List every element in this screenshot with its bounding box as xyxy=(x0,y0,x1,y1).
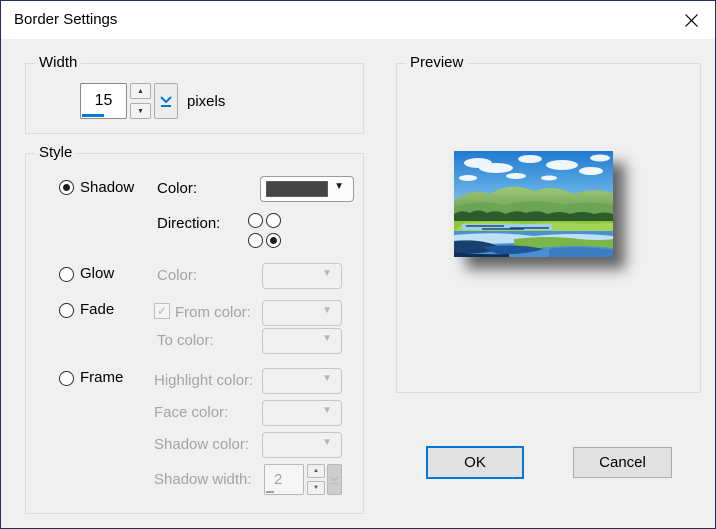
width-expand-button[interactable] xyxy=(154,83,178,119)
close-button[interactable] xyxy=(669,2,714,38)
width-spin-up-button[interactable]: ▲ xyxy=(130,83,151,99)
glow-color-dropdown[interactable]: ▼ xyxy=(262,263,342,289)
shadow-width-input[interactable]: 2 xyxy=(264,464,304,495)
down-arrow-icon: ▼ xyxy=(137,107,144,115)
shadow-color-dropdown[interactable]: ▼ xyxy=(260,176,354,202)
shadow-radio[interactable] xyxy=(59,180,74,195)
width-group-label: Width xyxy=(35,54,82,71)
border-settings-dialog: Border Settings Width 15 ▲ ▼ pixels Styl… xyxy=(0,0,716,529)
shadow-width-spin-up-button[interactable]: ▲ xyxy=(307,464,325,478)
close-icon xyxy=(685,13,698,27)
dropdown-arrow-icon: ▼ xyxy=(334,181,344,192)
frame-shadow-color-dropdown[interactable]: ▼ xyxy=(262,432,342,458)
preview-group: Preview xyxy=(396,54,701,393)
width-spin-down-button[interactable]: ▼ xyxy=(130,103,151,119)
shadow-width-value: 2 xyxy=(274,471,283,488)
frame-radio-label: Frame xyxy=(80,369,124,386)
shadow-color-label: Color: xyxy=(157,180,198,197)
landscape-photo xyxy=(454,151,613,257)
dropdown-arrow-icon: ▼ xyxy=(322,373,332,384)
shadow-width-spinner: 2 ▲ ▼ xyxy=(264,464,342,495)
shadow-color-swatch xyxy=(266,181,328,197)
style-group-label: Style xyxy=(35,144,77,161)
from-color-dropdown[interactable]: ▼ xyxy=(262,300,342,326)
pixels-label: pixels xyxy=(187,93,226,110)
window-title: Border Settings xyxy=(14,11,118,28)
down-arrow-icon: ▼ xyxy=(313,485,319,491)
width-group: Width 15 ▲ ▼ pixels xyxy=(25,54,364,134)
direction-bottom-left-radio[interactable] xyxy=(248,233,263,248)
checkmark-icon: ✓ xyxy=(156,304,168,318)
dropdown-arrow-icon: ▼ xyxy=(322,437,332,448)
direction-label: Direction: xyxy=(157,215,221,232)
width-spinner: 15 ▲ ▼ xyxy=(80,83,178,119)
to-color-label: To color: xyxy=(157,332,214,349)
accent-underline xyxy=(82,114,104,117)
glow-radio[interactable] xyxy=(59,267,74,282)
direction-bottom-right-radio[interactable] xyxy=(266,233,281,248)
dropdown-arrow-icon: ▼ xyxy=(322,305,332,316)
fade-radio-label: Fade xyxy=(80,301,115,318)
ok-button[interactable]: OK xyxy=(426,446,524,479)
shadow-width-spin-down-button[interactable]: ▼ xyxy=(307,481,325,495)
face-color-label: Face color: xyxy=(154,404,229,421)
radio-dot xyxy=(63,184,70,191)
cancel-button[interactable]: Cancel xyxy=(573,447,672,478)
width-input[interactable]: 15 xyxy=(80,83,127,119)
from-color-label: From color: xyxy=(175,304,251,321)
style-group: Style Shadow Color: ▼ Direction: Glow Co… xyxy=(25,144,364,514)
fade-radio[interactable] xyxy=(59,303,74,318)
face-color-dropdown[interactable]: ▼ xyxy=(262,400,342,426)
glow-radio-label: Glow xyxy=(80,265,115,282)
dropdown-arrow-icon: ▼ xyxy=(322,268,332,279)
up-arrow-icon: ▲ xyxy=(137,87,144,95)
dropdown-arrow-icon: ▼ xyxy=(322,333,332,344)
frame-shadow-color-label: Shadow color: xyxy=(154,436,250,453)
shadow-width-label: Shadow width: xyxy=(154,471,252,488)
direction-top-left-radio[interactable] xyxy=(248,213,263,228)
preview-image xyxy=(454,151,613,257)
to-color-dropdown[interactable]: ▼ xyxy=(262,328,342,354)
shadow-width-expand-button[interactable] xyxy=(327,464,342,495)
width-value: 15 xyxy=(94,92,113,109)
frame-radio[interactable] xyxy=(59,371,74,386)
direction-top-right-radio[interactable] xyxy=(266,213,281,228)
dropdown-arrow-icon: ▼ xyxy=(322,405,332,416)
up-arrow-icon: ▲ xyxy=(313,468,319,474)
shadow-radio-label: Shadow xyxy=(80,179,135,196)
highlight-color-dropdown[interactable]: ▼ xyxy=(262,368,342,394)
radio-dot xyxy=(270,237,277,244)
disabled-underline xyxy=(266,491,274,493)
preview-group-label: Preview xyxy=(406,54,468,71)
highlight-color-label: Highlight color: xyxy=(154,372,254,389)
glow-color-label: Color: xyxy=(157,267,198,284)
chevron-down-icon xyxy=(330,475,339,484)
titlebar: Border Settings xyxy=(1,1,715,39)
chevron-down-icon xyxy=(160,95,172,107)
from-color-checkbox[interactable]: ✓ xyxy=(154,303,170,319)
